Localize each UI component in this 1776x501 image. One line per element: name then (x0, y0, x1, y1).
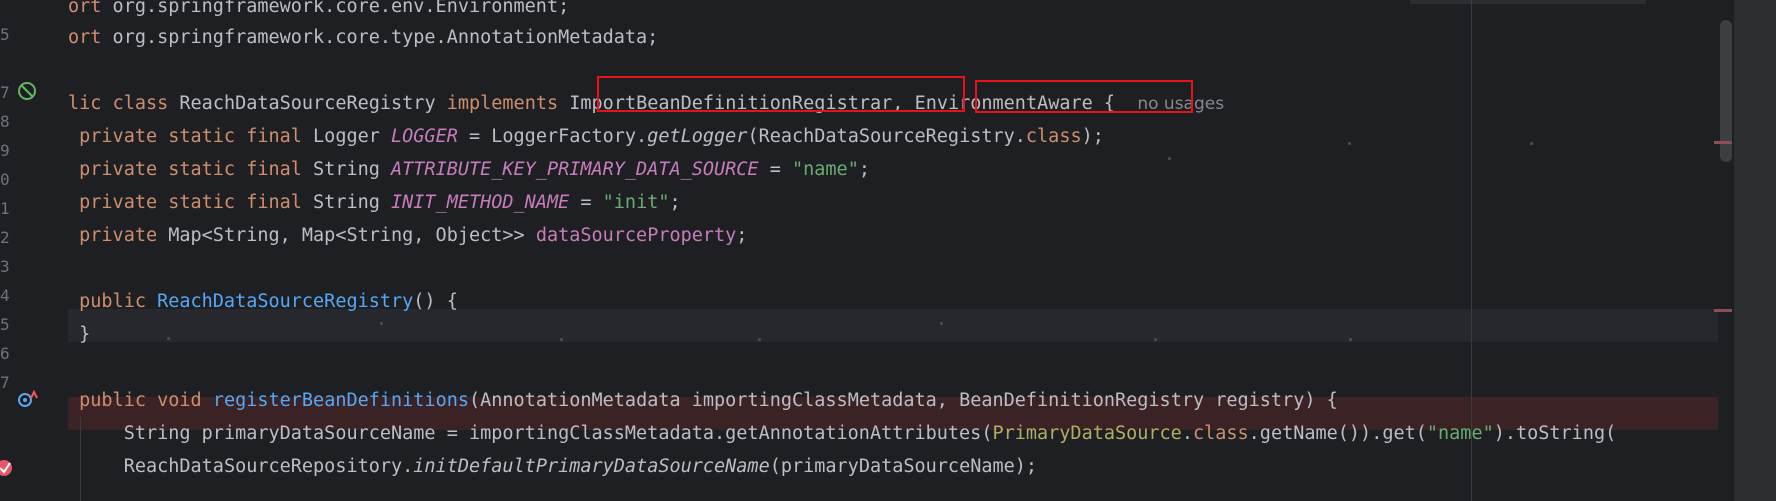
import-path: org.springframework.core.type.Annotation… (101, 27, 659, 48)
brace: } (79, 324, 91, 345)
string-literal: "name" (792, 159, 859, 180)
punctuation: ; (669, 192, 681, 213)
code-line[interactable]: private static final Logger LOGGER = Log… (68, 120, 1104, 153)
method-name: registerBeanDefinitions (212, 390, 469, 411)
code-line[interactable]: private static final String ATTRIBUTE_KE… (68, 153, 870, 186)
statement: ).toString( (1493, 423, 1617, 444)
keyword: class (1192, 423, 1249, 444)
render-artifact (1349, 338, 1352, 341)
keyword: private static final (79, 159, 302, 180)
code-line[interactable]: ort org.springframework.core.type.Annota… (68, 21, 658, 54)
keyword: private static final (79, 192, 302, 213)
constant: LOGGER (391, 126, 458, 147)
field-name: dataSourceProperty (535, 225, 737, 246)
method-call: getLogger (647, 126, 748, 147)
keyword: private (79, 225, 158, 246)
punctuation: ; (858, 159, 870, 180)
error-stripe-marker[interactable] (1714, 141, 1732, 144)
keyword: ort (68, 0, 102, 17)
call: LoggerFactory. (491, 126, 648, 147)
constant: INIT_METHOD_NAME (391, 192, 570, 213)
highlight-box-environment-aware (975, 80, 1193, 113)
code-line[interactable]: ReachDataSourceRepository.initDefaultPri… (68, 450, 1037, 483)
top-toolbar-edge (1410, 0, 1646, 4)
render-artifact (1530, 142, 1533, 145)
punctuation: ; (736, 225, 748, 246)
highlight-box-import-bean-definition-registrar (597, 76, 965, 112)
string-literal: "init" (602, 192, 670, 213)
keyword: void (157, 390, 202, 411)
code-line[interactable]: public void registerBeanDefinitions(Anno… (68, 384, 1338, 417)
render-artifact (167, 337, 170, 340)
operator: = (769, 159, 781, 180)
render-artifact (758, 338, 761, 341)
keyword: public (79, 390, 146, 411)
keyword: ort (68, 27, 102, 48)
type-name: String (313, 192, 380, 213)
type-name: String (313, 159, 380, 180)
breakpoint-icon[interactable] (0, 457, 22, 479)
constructor-name: ReachDataSourceRegistry (157, 291, 414, 312)
operator: = (580, 192, 592, 213)
import-path: org.springframework.core.env.Environment… (101, 0, 570, 17)
class-name: ReachDataSourceRegistry (179, 93, 436, 114)
statement: String primaryDataSourceName = importing… (123, 423, 993, 444)
class-ref: ReachDataSourceRepository. (123, 456, 414, 477)
annotation-name: PrimaryDataSource (992, 423, 1182, 444)
code-line[interactable]: ort org.springframework.core.env.Environ… (68, 0, 569, 23)
keyword: implements (446, 93, 559, 114)
render-artifact (380, 322, 383, 325)
code-editor[interactable]: 5 7 8 9 0 1 2 3 4 5 6 7 ort org.springfr… (0, 0, 1776, 501)
line-number: 7 (0, 373, 10, 392)
method-call: initDefaultPrimaryDataSourceName (413, 456, 770, 477)
keyword: class (1025, 126, 1082, 147)
type-name: Map<String, Map<String, Object>> (168, 225, 525, 246)
render-artifact (940, 322, 943, 325)
render-artifact (1154, 338, 1157, 341)
render-artifact (1168, 157, 1171, 160)
statement: .getName()).get( (1248, 423, 1427, 444)
punctuation: () { (413, 291, 458, 312)
line-number: 5 (0, 25, 10, 44)
string-literal: "name" (1426, 423, 1494, 444)
render-artifact (560, 338, 563, 341)
punctuation: ); (1081, 126, 1104, 147)
error-stripe-marker[interactable] (1714, 309, 1732, 312)
right-tool-strip (1734, 0, 1776, 501)
right-margin-guide (1471, 0, 1472, 501)
implementing-method-icon[interactable] (16, 388, 38, 410)
code-line[interactable]: } (68, 318, 90, 351)
code-line[interactable]: private static final String INIT_METHOD_… (68, 186, 681, 219)
code-line[interactable]: String primaryDataSourceName = importing… (68, 417, 1617, 450)
punctuation: . (1181, 423, 1193, 444)
keyword: class (112, 93, 169, 114)
constant: ATTRIBUTE_KEY_PRIMARY_DATA_SOURCE (391, 159, 759, 180)
keyword: public (79, 291, 146, 312)
render-artifact (1348, 142, 1351, 145)
keyword: private static final (79, 126, 302, 147)
code-line[interactable]: private Map<String, Map<String, Object>>… (68, 219, 747, 252)
bean-no-entry-icon[interactable] (16, 80, 38, 102)
argument: (ReachDataSourceRegistry. (747, 126, 1026, 147)
type-name: Logger (313, 126, 380, 147)
keyword: lic (68, 93, 102, 114)
gutter[interactable]: 5 7 8 9 0 1 2 3 4 5 6 7 (0, 0, 62, 501)
parameters: (AnnotationMetadata importingClassMetada… (469, 390, 1338, 411)
code-line[interactable]: public ReachDataSourceRegistry() { (68, 285, 458, 318)
argument: (primaryDataSourceName); (769, 456, 1038, 477)
operator: = (468, 126, 481, 147)
